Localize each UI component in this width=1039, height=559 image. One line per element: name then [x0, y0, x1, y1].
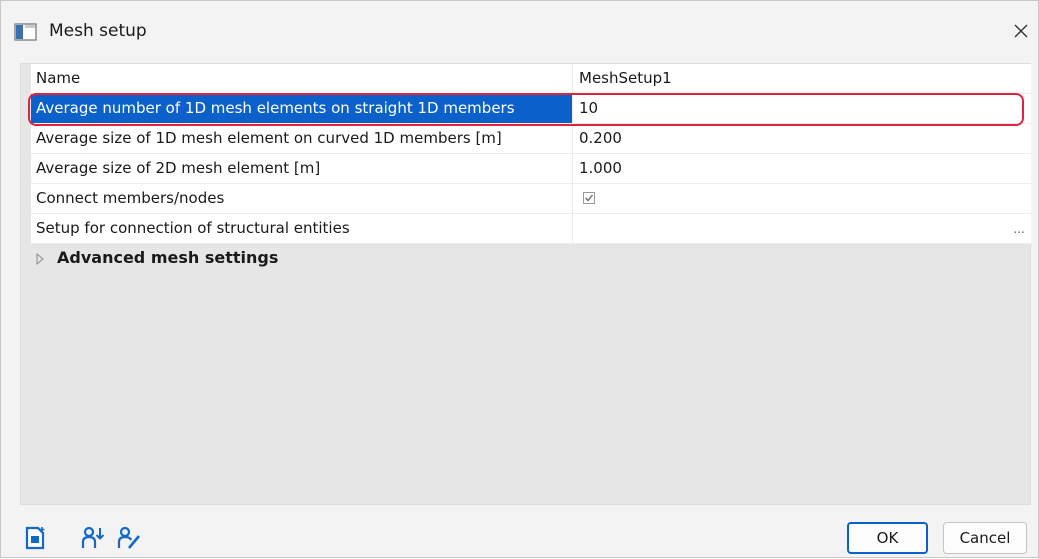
ok-button[interactable]: OK: [847, 522, 928, 554]
property-label: Average size of 2D mesh element [m]: [31, 154, 573, 183]
new-document-button[interactable]: [23, 525, 49, 551]
property-rows: Name MeshSetup1 Average number of 1D mes…: [31, 64, 1032, 304]
avg-1d-elements-value-field[interactable]: 10: [574, 94, 1031, 123]
property-label: Average number of 1D mesh elements on st…: [31, 94, 573, 123]
property-row-avg-size-2d[interactable]: Average size of 2D mesh element [m] 1.00…: [31, 154, 1031, 184]
checkmark-icon: [585, 194, 594, 202]
property-label: Name: [31, 64, 573, 93]
cancel-button[interactable]: Cancel: [943, 522, 1027, 554]
property-label: Average size of 1D mesh element on curve…: [31, 124, 573, 153]
avg-size-curved-value-field[interactable]: 0.200: [574, 124, 1031, 153]
property-row-avg-size-curved[interactable]: Average size of 1D mesh element on curve…: [31, 124, 1031, 154]
property-label: Connect members/nodes: [31, 184, 573, 213]
advanced-mesh-settings-group[interactable]: Advanced mesh settings: [31, 244, 1031, 274]
avg-size-2d-value-field[interactable]: 1.000: [574, 154, 1031, 183]
advanced-mesh-settings-label: Advanced mesh settings: [57, 248, 279, 267]
expand-arrow-icon[interactable]: [35, 253, 45, 265]
connect-members-checkbox[interactable]: [583, 192, 595, 204]
property-row-avg-1d-elements[interactable]: Average number of 1D mesh elements on st…: [31, 94, 1031, 124]
dialog-footer: OK Cancel: [1, 505, 1039, 559]
name-value-field[interactable]: MeshSetup1: [574, 64, 1031, 93]
connect-members-value-cell: [574, 184, 1031, 213]
connection-setup-value-cell: [574, 214, 1031, 243]
property-grid: Name MeshSetup1 Average number of 1D mes…: [20, 63, 1031, 505]
mesh-setup-dialog: Mesh setup Name MeshSetup1 Average numbe…: [0, 0, 1039, 558]
window-icon: [14, 22, 38, 42]
property-row-connection-setup[interactable]: Setup for connection of structural entit…: [31, 214, 1031, 244]
property-row-connect-members[interactable]: Connect members/nodes: [31, 184, 1031, 214]
close-icon: [1014, 24, 1028, 38]
title-bar: Mesh setup: [1, 1, 1038, 63]
new-document-icon: [25, 526, 45, 550]
ellipsis-button[interactable]: ...: [1011, 220, 1027, 238]
property-row-name[interactable]: Name MeshSetup1: [31, 64, 1031, 94]
user-edit-icon: [117, 526, 140, 549]
window-title: Mesh setup: [49, 21, 147, 41]
user-import-button[interactable]: [80, 525, 106, 551]
user-edit-button[interactable]: [116, 525, 142, 551]
user-import-icon: [81, 526, 105, 548]
close-button[interactable]: [1004, 11, 1038, 51]
property-label: Setup for connection of structural entit…: [31, 214, 573, 243]
